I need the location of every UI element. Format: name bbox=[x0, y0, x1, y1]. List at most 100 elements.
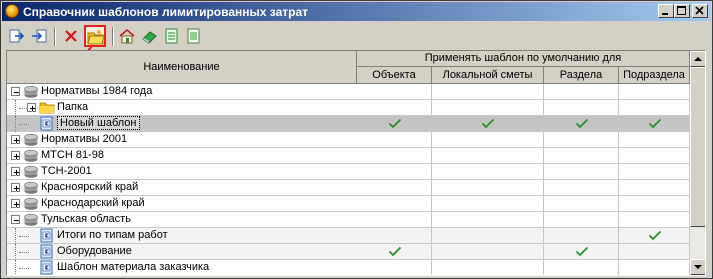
home-button[interactable] bbox=[116, 25, 138, 47]
table-row[interactable]: Красноярский край bbox=[7, 180, 690, 196]
section-cell[interactable] bbox=[544, 228, 619, 243]
subsection-cell[interactable] bbox=[619, 132, 690, 147]
home-icon bbox=[119, 28, 135, 44]
local-estimate-cell[interactable] bbox=[432, 260, 544, 275]
export-button[interactable] bbox=[6, 25, 28, 47]
section-cell[interactable] bbox=[544, 100, 619, 115]
section-cell[interactable] bbox=[544, 212, 619, 227]
name-cell: Нормативы 1984 года bbox=[7, 84, 357, 99]
object-cell[interactable] bbox=[357, 180, 432, 195]
table-row[interactable]: Оборудование bbox=[7, 244, 690, 260]
scroll-down-button[interactable] bbox=[690, 259, 705, 275]
object-cell[interactable] bbox=[357, 228, 432, 243]
subsection-cell[interactable] bbox=[619, 212, 690, 227]
template-icon bbox=[39, 260, 55, 275]
local-estimate-cell[interactable] bbox=[432, 180, 544, 195]
scroll-up-button[interactable] bbox=[690, 51, 705, 67]
plus-icon bbox=[14, 170, 19, 175]
object-cell[interactable] bbox=[357, 244, 432, 259]
section-cell[interactable] bbox=[544, 196, 619, 211]
local-estimate-cell[interactable] bbox=[432, 228, 544, 243]
table-row[interactable]: Шаблон материала заказчика bbox=[7, 260, 690, 275]
collapse-toggle[interactable] bbox=[11, 215, 20, 224]
subsection-cell[interactable] bbox=[619, 116, 690, 131]
local-estimate-cell[interactable] bbox=[432, 100, 544, 115]
plus-icon bbox=[14, 186, 19, 191]
subsection-cell[interactable] bbox=[619, 148, 690, 163]
vertical-scrollbar[interactable] bbox=[690, 51, 705, 275]
column-header-section[interactable]: Раздела bbox=[544, 67, 619, 84]
node-label: Краснодарский край bbox=[41, 197, 145, 209]
close-button[interactable] bbox=[692, 4, 708, 18]
object-cell[interactable] bbox=[357, 212, 432, 227]
subsection-cell[interactable] bbox=[619, 244, 690, 259]
section-cell[interactable] bbox=[544, 180, 619, 195]
column-header-object[interactable]: Объекта bbox=[357, 67, 432, 84]
scroll-thumb[interactable] bbox=[690, 67, 705, 227]
local-estimate-cell[interactable] bbox=[432, 164, 544, 179]
section-cell[interactable] bbox=[544, 244, 619, 259]
table-row[interactable]: Тульская область bbox=[7, 212, 690, 228]
local-estimate-cell[interactable] bbox=[432, 84, 544, 99]
local-estimate-cell[interactable] bbox=[432, 116, 544, 131]
table-row[interactable]: Папка bbox=[7, 100, 690, 116]
local-estimate-cell[interactable] bbox=[432, 212, 544, 227]
sheet-button[interactable] bbox=[160, 25, 182, 47]
object-cell[interactable] bbox=[357, 260, 432, 275]
name-cell: ТСН-2001 bbox=[7, 164, 357, 179]
table-row[interactable]: МТСН 81-98 bbox=[7, 148, 690, 164]
table-row[interactable]: ТСН-2001 bbox=[7, 164, 690, 180]
local-estimate-cell[interactable] bbox=[432, 148, 544, 163]
subsection-cell[interactable] bbox=[619, 260, 690, 275]
tree-line bbox=[19, 252, 29, 253]
subsection-cell[interactable] bbox=[619, 228, 690, 243]
expand-toggle[interactable] bbox=[11, 199, 20, 208]
column-header-name[interactable]: Наименование bbox=[7, 51, 357, 84]
table-row[interactable]: Итоги по типам работ bbox=[7, 228, 690, 244]
section-cell[interactable] bbox=[544, 84, 619, 99]
node-label: МТСН 81-98 bbox=[41, 149, 104, 161]
collapse-toggle[interactable] bbox=[11, 87, 20, 96]
object-cell[interactable] bbox=[357, 100, 432, 115]
sheet-alt-button[interactable] bbox=[182, 25, 204, 47]
subsection-cell[interactable] bbox=[619, 196, 690, 211]
subsection-cell[interactable] bbox=[619, 164, 690, 179]
section-cell[interactable] bbox=[544, 116, 619, 131]
expand-toggle[interactable] bbox=[11, 151, 20, 160]
maximize-button[interactable] bbox=[674, 4, 690, 18]
local-estimate-cell[interactable] bbox=[432, 132, 544, 147]
section-cell[interactable] bbox=[544, 164, 619, 179]
section-cell[interactable] bbox=[544, 148, 619, 163]
column-header-subsection[interactable]: Подраздела bbox=[619, 67, 690, 84]
object-cell[interactable] bbox=[357, 164, 432, 179]
subsection-cell[interactable] bbox=[619, 180, 690, 195]
book-button[interactable] bbox=[138, 25, 160, 47]
minimize-button[interactable] bbox=[658, 4, 674, 18]
checkmark-icon bbox=[648, 118, 662, 129]
local-estimate-cell[interactable] bbox=[432, 196, 544, 211]
expand-toggle[interactable] bbox=[11, 167, 20, 176]
title-bar: Справочник шаблонов лимитированных затра… bbox=[2, 2, 711, 21]
local-estimate-cell[interactable] bbox=[432, 244, 544, 259]
object-cell[interactable] bbox=[357, 196, 432, 211]
object-cell[interactable] bbox=[357, 132, 432, 147]
table-row[interactable]: Нормативы 2001 bbox=[7, 132, 690, 148]
object-cell[interactable] bbox=[357, 116, 432, 131]
template-icon bbox=[39, 244, 55, 259]
table-row[interactable]: Новый шаблон bbox=[7, 116, 690, 132]
tree-line bbox=[19, 124, 29, 125]
expand-toggle[interactable] bbox=[27, 103, 36, 112]
minus-icon bbox=[14, 220, 19, 221]
expand-toggle[interactable] bbox=[11, 183, 20, 192]
toolbar-separator bbox=[112, 27, 114, 46]
table-row[interactable]: Нормативы 1984 года bbox=[7, 84, 690, 100]
object-cell[interactable] bbox=[357, 148, 432, 163]
object-cell[interactable] bbox=[357, 84, 432, 99]
section-cell[interactable] bbox=[544, 132, 619, 147]
expand-toggle[interactable] bbox=[11, 135, 20, 144]
subsection-cell[interactable] bbox=[619, 100, 690, 115]
subsection-cell[interactable] bbox=[619, 84, 690, 99]
table-row[interactable]: Краснодарский край bbox=[7, 196, 690, 212]
section-cell[interactable] bbox=[544, 260, 619, 275]
column-header-local-estimate[interactable]: Локальной сметы bbox=[432, 67, 544, 84]
